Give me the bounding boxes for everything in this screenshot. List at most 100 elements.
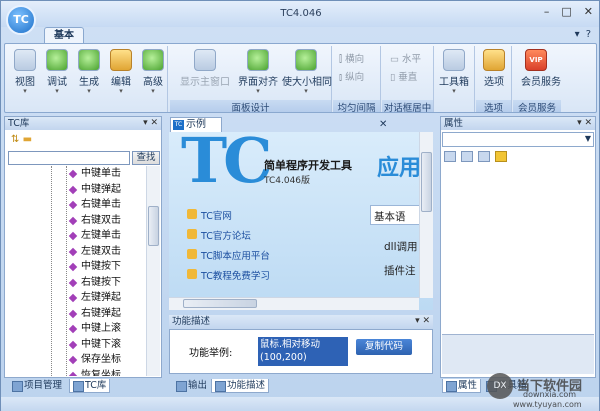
tree-scrollbar[interactable]: [146, 166, 160, 376]
tab-func-desc[interactable]: 功能描述: [211, 379, 270, 393]
ribbon-group-spacing: ⫿ 横向 ⫾ 纵向 均匀间隔: [333, 46, 381, 114]
tree-item[interactable]: 保存坐标: [6, 352, 146, 368]
window-icon: [194, 49, 216, 71]
tree-item[interactable]: 左键弹起: [6, 290, 146, 306]
ribbon-group-toolbox: 工具箱 ▾: [435, 46, 475, 112]
tree-item[interactable]: 左键单击: [6, 228, 146, 244]
folder-icon[interactable]: ▬: [23, 134, 32, 145]
group-caption-options: 选项: [476, 100, 511, 114]
properties-controls[interactable]: ▾ ✕: [577, 117, 592, 130]
func-desc-panel: 功能举例: 鼠标.相对移动 (100,200) 复制代码: [169, 329, 433, 374]
watermark-site2: www.tyuyan.com: [513, 400, 582, 409]
doc-vscroll-thumb[interactable]: [421, 152, 432, 212]
advanced-button[interactable]: 高级 ▾: [138, 49, 168, 99]
library-tree: 中键单击 中键弹起 右键单击 右键双击 左键单击 左键双击 中键按下 右键按下 左键弹起 右键弹起…: [6, 166, 146, 376]
build-button[interactable]: 生成 ▾: [74, 49, 104, 99]
tree-item[interactable]: 恢复坐标: [6, 368, 146, 377]
events-icon[interactable]: [495, 151, 507, 162]
link-tc-website[interactable]: TC官网: [187, 208, 232, 222]
side-basic[interactable]: 基本语: [374, 209, 406, 224]
debug-button[interactable]: 调试 ▾: [42, 49, 72, 99]
title-bar: TC4.046 – □ ✕: [1, 1, 599, 27]
chevron-down-icon: ▼: [584, 134, 591, 143]
object-select[interactable]: ▼: [442, 132, 594, 147]
settings-icon[interactable]: ▾: [575, 29, 580, 40]
tree-item[interactable]: 中键按下: [6, 259, 146, 275]
maximize-button[interactable]: □: [561, 5, 571, 18]
group-caption-panel-design: 面板设计: [170, 100, 331, 114]
link-tc-tutorial[interactable]: TC教程免费学习: [187, 268, 270, 282]
copy-code-button[interactable]: 复制代码: [356, 339, 412, 355]
tree-item[interactable]: 中键单击: [6, 166, 146, 182]
doc-app-word: 应用: [377, 156, 422, 181]
alphabetical-icon[interactable]: [461, 151, 473, 162]
side-plugin[interactable]: 插件注: [384, 263, 416, 278]
edit-button[interactable]: 编辑 ▾: [106, 49, 136, 99]
ribbon-tab-basic[interactable]: 基本: [44, 27, 84, 44]
options-icon: [483, 49, 505, 71]
func-panel-controls[interactable]: ▾ ✕: [415, 315, 430, 328]
same-size-button[interactable]: 使大小相同 ▾: [282, 49, 332, 99]
view-button[interactable]: 视图 ▾: [10, 49, 40, 99]
app-logo-button[interactable]: TC: [6, 5, 36, 35]
options-button[interactable]: 选项: [479, 49, 509, 99]
minimize-button[interactable]: –: [544, 5, 550, 18]
member-service-button[interactable]: VIP 会员服务: [521, 49, 561, 99]
categorized-icon[interactable]: [444, 151, 456, 162]
app-window: TC4.046 – □ ✕ TC 基本 ▾ ? 视图 ▾ 调试 ▾ 生成 ▾ 编辑 ▾ …: [0, 0, 600, 411]
tree-item[interactable]: 右键单击: [6, 197, 146, 213]
align-button[interactable]: 界面对齐 ▾: [238, 49, 278, 99]
horizontal-spacing-button[interactable]: ⫿ 横向: [339, 51, 364, 65]
func-example-value[interactable]: 鼠标.相对移动 (100,200): [258, 337, 348, 366]
side-dll[interactable]: dll调用: [384, 239, 418, 254]
watermark-logo: DX: [487, 373, 513, 399]
panel-controls[interactable]: ▾ ✕: [143, 117, 158, 130]
vertical-spacing-button[interactable]: ⫾ 纵向: [339, 69, 364, 83]
tree-scroll-thumb[interactable]: [148, 206, 159, 246]
ribbon-group-panel-design: 显示主窗口 界面对齐 ▾ 使大小相同 ▾ 面板设计: [170, 46, 332, 114]
property-pages-icon[interactable]: [478, 151, 490, 162]
tc-library-title: TC库: [8, 118, 30, 129]
tab-properties[interactable]: 属性: [442, 379, 482, 393]
category-icon[interactable]: ⇅: [11, 134, 19, 145]
link-tc-forum[interactable]: TC官方论坛: [187, 228, 251, 242]
tree-item[interactable]: 右键按下: [6, 275, 146, 291]
tree-item[interactable]: 左键双击: [6, 244, 146, 260]
ribbon-group-main: 视图 ▾ 调试 ▾ 生成 ▾ 编辑 ▾ 高级 ▾: [8, 46, 168, 112]
close-tab-icon[interactable]: ✕: [379, 118, 387, 132]
help-icons: ▾ ?: [575, 29, 591, 40]
link-tc-platform[interactable]: TC脚本应用平台: [187, 248, 270, 262]
show-main-window-button[interactable]: 显示主窗口: [180, 49, 230, 99]
example-document: TC 简单程序开发工具 TC4.046版 应用 TC官网 TC官方论坛 TC脚本…: [169, 132, 433, 310]
tc-library-header: TC库 ▾ ✕: [5, 117, 161, 130]
tree-item[interactable]: 右键弹起: [6, 306, 146, 322]
center-vertical-button[interactable]: ▯ 垂直: [390, 69, 417, 83]
tab-output[interactable]: 输出: [173, 379, 210, 393]
toolbox-button[interactable]: 工具箱 ▾: [439, 49, 469, 99]
doc-hscrollbar[interactable]: [169, 297, 419, 310]
search-button[interactable]: 查找: [132, 151, 160, 165]
library-toolbar: ⇅ ▬: [11, 134, 32, 145]
ribbon-group-options: 选项 选项: [476, 46, 512, 114]
advanced-icon: [142, 49, 164, 71]
properties-title: 属性: [444, 118, 464, 129]
watermark-site1: downxia.com: [523, 390, 577, 399]
view-icon: [14, 49, 36, 71]
tree-item[interactable]: 中键弹起: [6, 182, 146, 198]
search-input[interactable]: [8, 151, 130, 165]
doc-vscrollbar[interactable]: [419, 132, 433, 298]
tree-item[interactable]: 右键双击: [6, 213, 146, 229]
tab-tc-library[interactable]: TC库: [69, 379, 111, 393]
doc-version: TC4.046版: [264, 176, 311, 186]
tree-item[interactable]: 中键下滚: [6, 337, 146, 353]
center-horizontal-button[interactable]: ▭ 水平: [390, 51, 421, 65]
tree-item[interactable]: 中键上滚: [6, 321, 146, 337]
close-button[interactable]: ✕: [584, 5, 593, 18]
tab-example[interactable]: 示例✕: [170, 117, 387, 132]
doc-hscroll-thumb[interactable]: [183, 299, 257, 308]
ribbon-group-member: VIP 会员服务 会员服务: [513, 46, 561, 114]
help-icon[interactable]: ?: [586, 29, 591, 40]
tab-project-manager[interactable]: 项目管理: [9, 379, 65, 393]
build-icon: [78, 49, 100, 71]
debug-icon: [46, 49, 68, 71]
